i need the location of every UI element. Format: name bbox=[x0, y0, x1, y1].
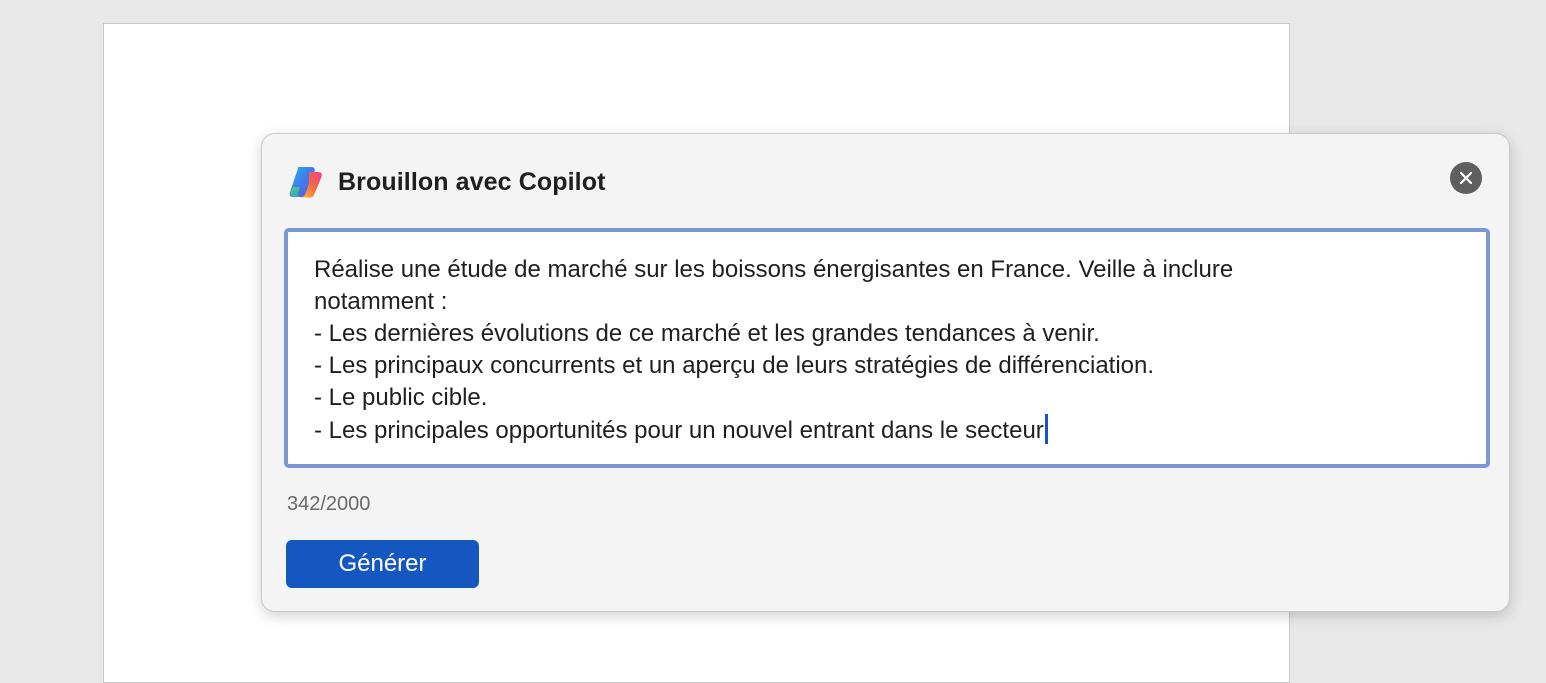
dialog-title: Brouillon avec Copilot bbox=[338, 167, 606, 196]
prompt-line: - Les principaux concurrents et un aperç… bbox=[314, 352, 1155, 379]
dialog-header: Brouillon avec Copilot bbox=[287, 164, 606, 200]
prompt-line: - Le public cible. bbox=[314, 384, 488, 411]
prompt-line: Réalise une étude de marché sur les bois… bbox=[314, 256, 1234, 283]
text-caret bbox=[1044, 414, 1048, 444]
character-counter: 342/2000 bbox=[287, 493, 371, 515]
copilot-logo-icon bbox=[289, 167, 322, 198]
close-icon bbox=[1459, 171, 1473, 185]
close-button[interactable] bbox=[1450, 162, 1482, 194]
prompt-line: notamment : bbox=[314, 288, 448, 315]
prompt-last-line: - Les principales opportunités pour un n… bbox=[314, 414, 1460, 447]
generate-button[interactable]: Générer bbox=[286, 540, 479, 588]
prompt-line: - Les principales opportunités pour un n… bbox=[314, 417, 1044, 444]
prompt-input[interactable]: Réalise une étude de marché sur les bois… bbox=[284, 228, 1490, 468]
prompt-line: - Les dernières évolutions de ce marché … bbox=[314, 320, 1100, 347]
copilot-draft-dialog: Brouillon avec Copilot Réalise une étude… bbox=[261, 133, 1510, 612]
